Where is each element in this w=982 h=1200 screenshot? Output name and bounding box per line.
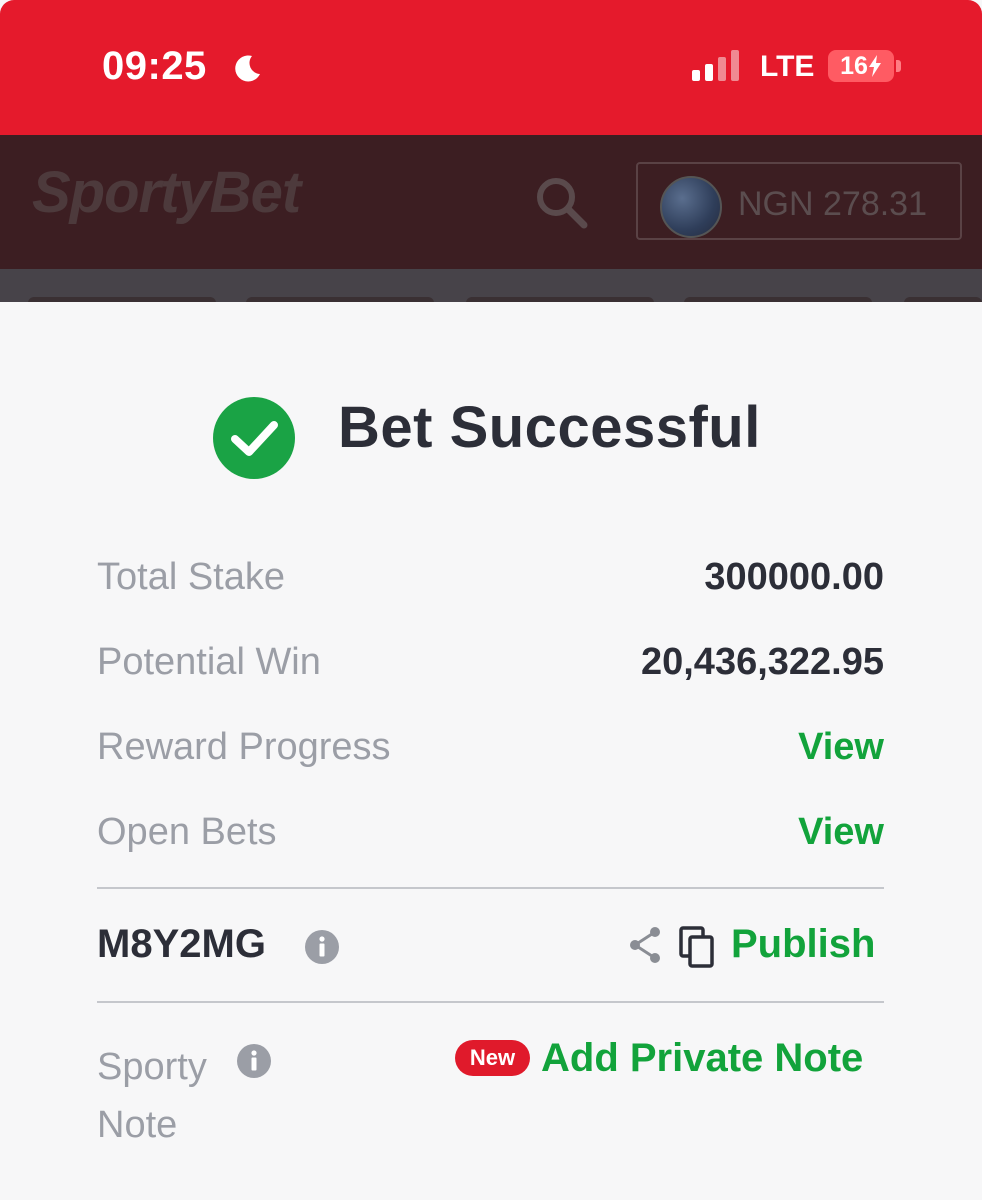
battery-icon: 16 xyxy=(828,50,894,82)
moon-icon xyxy=(235,55,260,82)
signal-icon xyxy=(692,50,739,81)
reward-progress-view-link[interactable]: View xyxy=(798,726,884,769)
network-type: LTE xyxy=(760,50,815,83)
divider xyxy=(97,887,884,889)
open-bets-view-link[interactable]: View xyxy=(798,811,884,854)
app-header: SportyBet NGN 278.31 xyxy=(0,135,982,269)
search-icon[interactable] xyxy=(532,173,590,231)
publish-button[interactable]: Publish xyxy=(731,922,875,967)
sporty-note-label: Sporty Note xyxy=(97,1046,207,1146)
avatar[interactable] xyxy=(660,176,722,238)
reward-progress-label: Reward Progress xyxy=(97,726,391,768)
divider xyxy=(97,1001,884,1003)
battery-level: 16 xyxy=(840,51,868,80)
success-title: Bet Successful xyxy=(338,395,761,460)
check-circle-icon xyxy=(213,397,295,479)
charging-icon xyxy=(868,55,881,77)
potential-win-value: 20,436,322.95 xyxy=(640,641,884,683)
booking-code: M8Y2MG xyxy=(97,922,266,966)
bet-success-sheet: Bet Successful Total Stake 300000.00 Pot… xyxy=(0,302,982,1200)
sports-tabs-strip xyxy=(0,269,982,307)
info-icon[interactable] xyxy=(237,1044,271,1078)
open-bets-label: Open Bets xyxy=(97,811,277,853)
total-stake-value: 300000.00 xyxy=(704,556,884,598)
add-private-note-button[interactable]: Add Private Note xyxy=(541,1036,863,1081)
new-badge: New xyxy=(455,1040,530,1076)
balance-button[interactable]: NGN 278.31 xyxy=(636,162,962,240)
balance-amount: NGN 278.31 xyxy=(738,185,927,223)
share-icon[interactable] xyxy=(627,925,663,965)
status-time: 09:25 xyxy=(102,44,207,88)
info-icon[interactable] xyxy=(305,930,339,964)
battery-cap xyxy=(896,60,901,72)
total-stake-label: Total Stake xyxy=(97,556,285,598)
status-bar: 09:25 LTE 16 xyxy=(0,0,982,135)
potential-win-label: Potential Win xyxy=(97,641,321,683)
copy-icon[interactable] xyxy=(678,925,716,969)
sportybet-logo[interactable]: SportyBet xyxy=(32,159,301,226)
